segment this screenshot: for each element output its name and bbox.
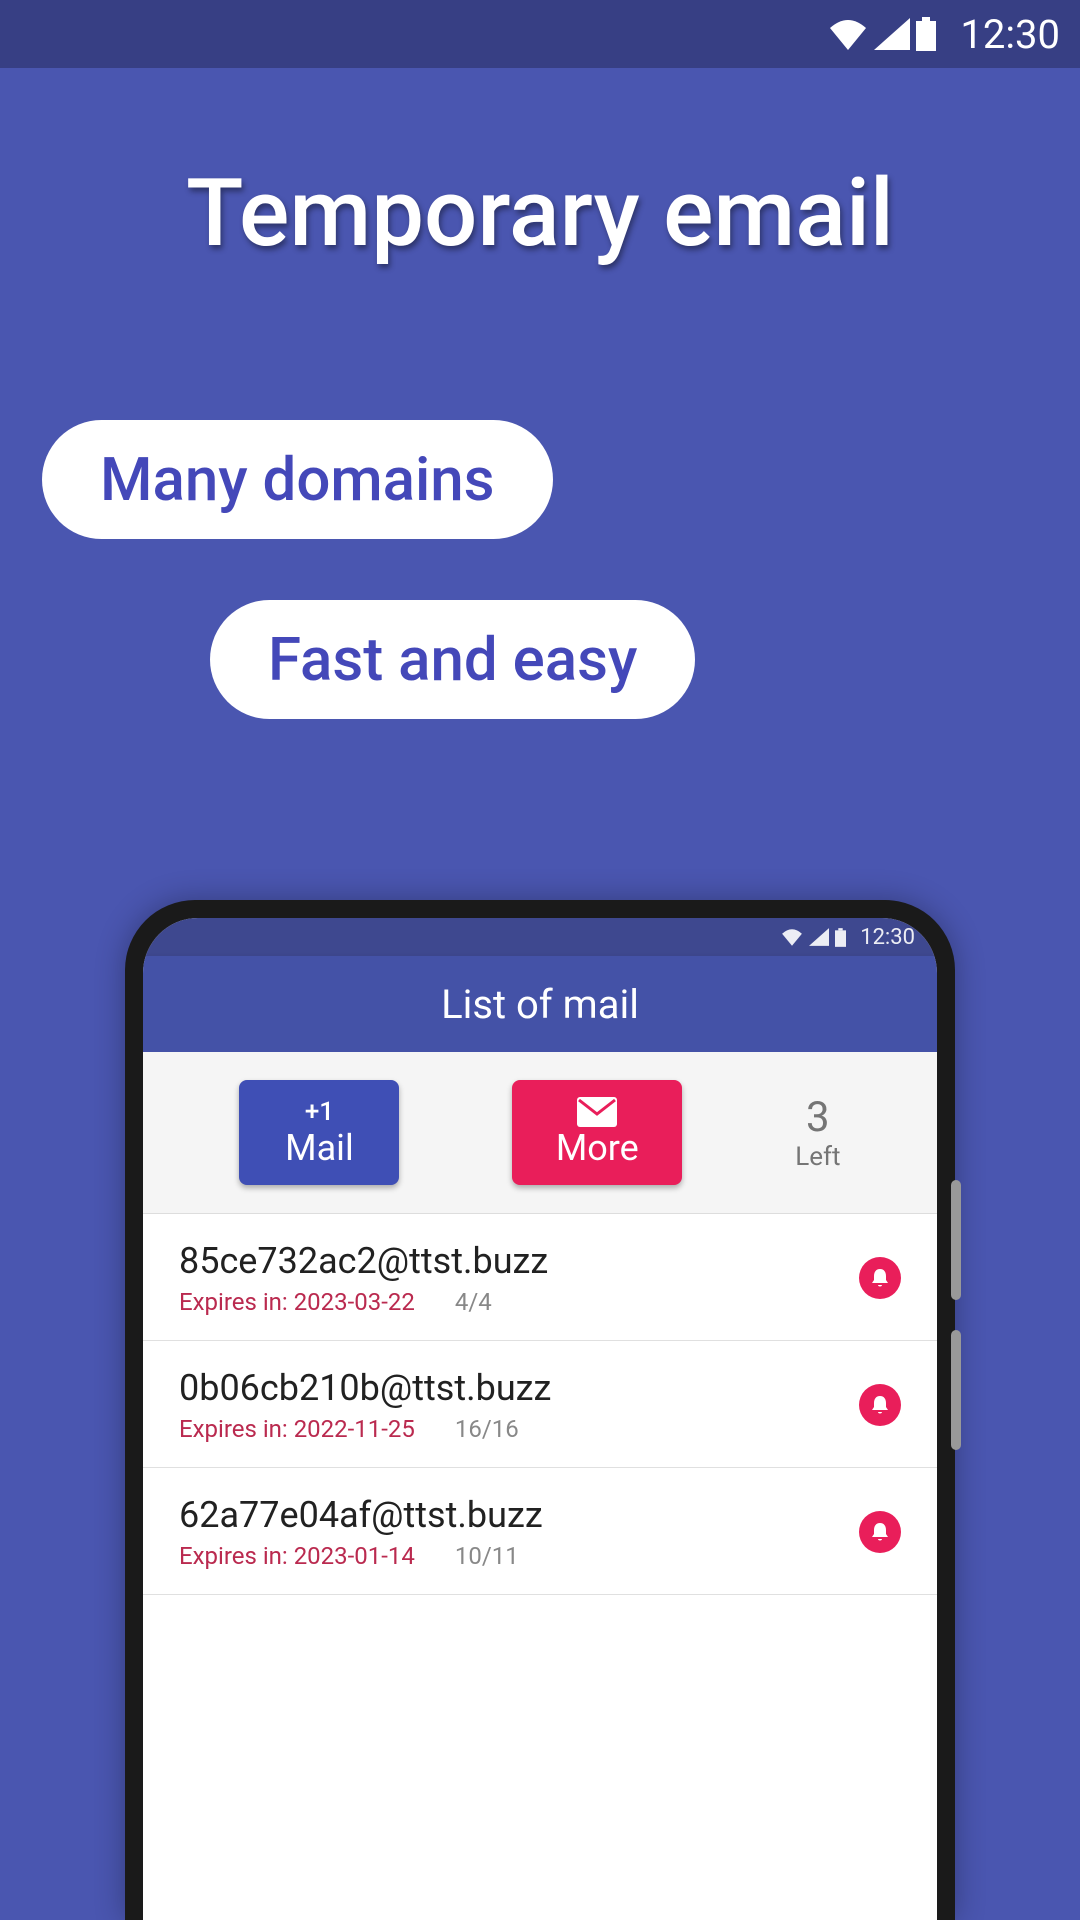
signal-icon	[874, 18, 910, 50]
inner-status-bar: 12:30	[143, 918, 937, 956]
mail-item[interactable]: 85ce732ac2@ttst.buzz Expires in: 2023-03…	[143, 1214, 937, 1341]
status-bar: 12:30	[0, 0, 1080, 68]
mail-meta: Expires in: 2023-03-22 4/4	[179, 1288, 859, 1316]
page-title: Temporary email	[0, 158, 1080, 268]
add-mail-button[interactable]: +1 Mail	[239, 1080, 399, 1185]
feature-pill-fast-easy: Fast and easy	[210, 600, 695, 719]
mail-expires: Expires in: 2023-03-22	[179, 1288, 415, 1316]
mail-meta: Expires in: 2023-01-14 10/11	[179, 1542, 859, 1570]
mail-button-label: Mail	[285, 1127, 354, 1169]
battery-icon	[916, 17, 936, 51]
bell-icon[interactable]	[859, 1384, 901, 1426]
remaining-label: Left	[795, 1142, 840, 1172]
bell-icon[interactable]	[859, 1257, 901, 1299]
action-row: +1 Mail More 3 Left	[143, 1052, 937, 1214]
plus-one-label: +1	[305, 1097, 334, 1127]
mail-list: 85ce732ac2@ttst.buzz Expires in: 2023-03…	[143, 1214, 937, 1595]
phone-side-button	[951, 1180, 961, 1300]
remaining-indicator: 3 Left	[795, 1093, 840, 1172]
mail-item[interactable]: 62a77e04af@ttst.buzz Expires in: 2023-01…	[143, 1468, 937, 1595]
mail-address: 0b06cb210b@ttst.buzz	[179, 1367, 859, 1409]
inner-status-time: 12:30	[860, 925, 915, 950]
phone-screen: 12:30 List of mail +1 Mail More 3 Left	[143, 918, 937, 1920]
mail-address: 62a77e04af@ttst.buzz	[179, 1494, 859, 1536]
battery-icon	[835, 928, 846, 947]
app-header: List of mail	[143, 956, 937, 1052]
remaining-count: 3	[806, 1093, 830, 1142]
mail-content: 0b06cb210b@ttst.buzz Expires in: 2022-11…	[179, 1367, 859, 1443]
bell-icon[interactable]	[859, 1511, 901, 1553]
mail-count: 10/11	[455, 1542, 519, 1570]
app-header-title: List of mail	[441, 981, 639, 1028]
wifi-icon	[781, 928, 803, 946]
phone-mockup: 12:30 List of mail +1 Mail More 3 Left	[125, 900, 955, 1920]
signal-icon	[809, 928, 829, 946]
phone-side-button	[951, 1330, 961, 1450]
mail-content: 62a77e04af@ttst.buzz Expires in: 2023-01…	[179, 1494, 859, 1570]
mail-meta: Expires in: 2022-11-25 16/16	[179, 1415, 859, 1443]
mail-expires: Expires in: 2022-11-25	[179, 1415, 415, 1443]
mail-content: 85ce732ac2@ttst.buzz Expires in: 2023-03…	[179, 1240, 859, 1316]
mail-expires: Expires in: 2023-01-14	[179, 1542, 415, 1570]
mail-address: 85ce732ac2@ttst.buzz	[179, 1240, 859, 1282]
mail-count: 4/4	[455, 1288, 492, 1316]
status-icons	[828, 17, 936, 51]
mail-item[interactable]: 0b06cb210b@ttst.buzz Expires in: 2022-11…	[143, 1341, 937, 1468]
more-button-label: More	[556, 1127, 639, 1169]
feature-pill-domains: Many domains	[42, 420, 553, 539]
mail-count: 16/16	[455, 1415, 519, 1443]
status-time: 12:30	[960, 11, 1060, 58]
more-button[interactable]: More	[512, 1080, 682, 1185]
wifi-icon	[828, 18, 868, 50]
envelope-icon	[577, 1097, 617, 1127]
